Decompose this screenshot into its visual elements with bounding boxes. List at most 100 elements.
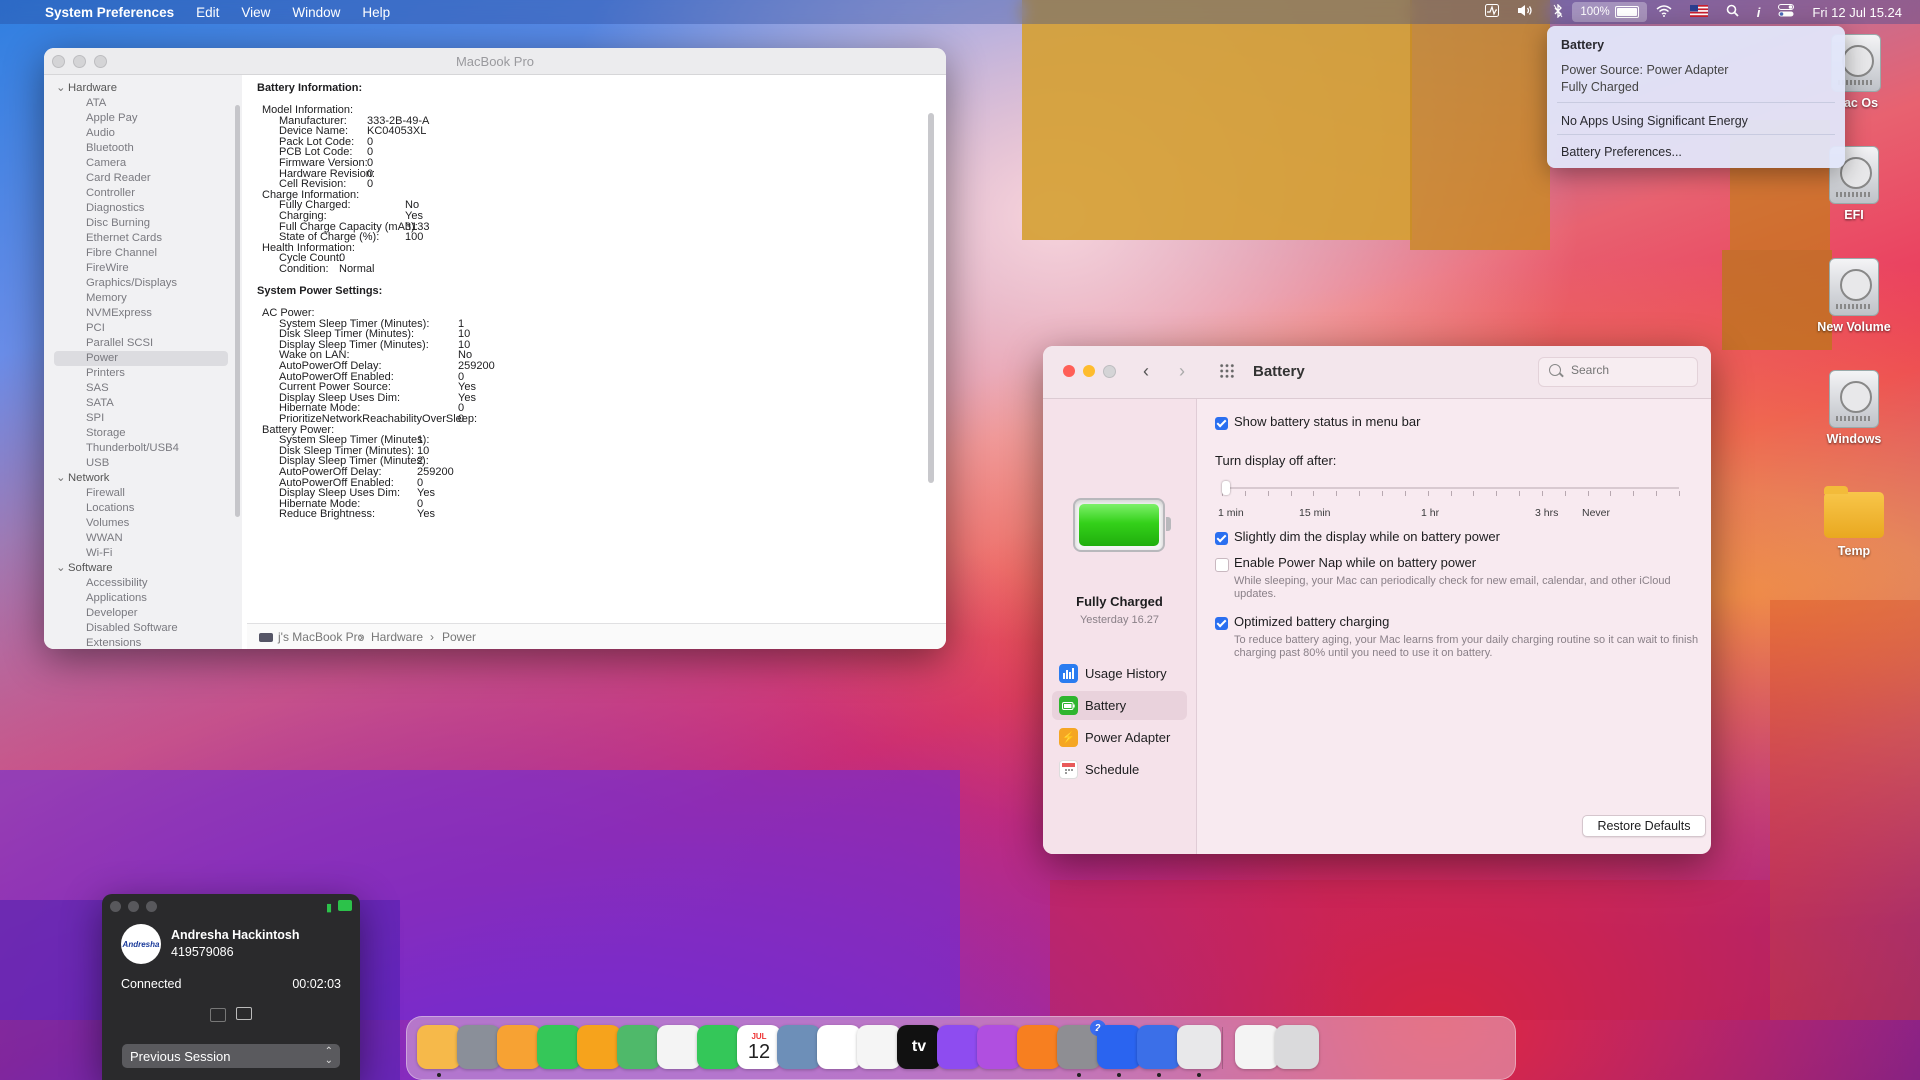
- chat-icon[interactable]: [236, 1007, 252, 1020]
- dock-music-icon[interactable]: [937, 1025, 981, 1069]
- show-battery-status-checkbox[interactable]: [1215, 417, 1228, 430]
- sidebar-item-sas[interactable]: SAS: [44, 381, 242, 396]
- info-icon[interactable]: i: [1748, 5, 1770, 20]
- sidebar-scrollbar[interactable]: [235, 105, 240, 517]
- display-off-slider-track[interactable]: [1222, 487, 1679, 489]
- zoom-button[interactable]: [146, 901, 157, 912]
- sidebar-item-wi-fi[interactable]: Wi-Fi: [44, 546, 242, 561]
- zoom-button[interactable]: [1103, 365, 1116, 378]
- clock[interactable]: Fri 12 Jul 15.24: [1803, 5, 1920, 20]
- minimize-button[interactable]: [128, 901, 139, 912]
- search-field[interactable]: [1538, 357, 1698, 387]
- desktop-icon-new-volume[interactable]: New Volume: [1804, 258, 1904, 334]
- dock-trash-icon[interactable]: [1275, 1025, 1319, 1069]
- sidebar-item-developer[interactable]: Developer: [44, 606, 242, 621]
- path-computer[interactable]: j's MacBook Pro: [259, 630, 364, 644]
- menu-window[interactable]: Window: [281, 5, 351, 20]
- sidebar-item-locations[interactable]: Locations: [44, 501, 242, 516]
- bluetooth-icon[interactable]: [1544, 2, 1572, 21]
- dock-photos-icon[interactable]: [657, 1025, 701, 1069]
- minimize-button[interactable]: [1083, 365, 1095, 377]
- dock-launchpad-icon[interactable]: [457, 1025, 501, 1069]
- dock-apple-tv-icon[interactable]: tv: [897, 1025, 941, 1069]
- show-all-grid-icon[interactable]: [1219, 363, 1235, 379]
- sidebar-item-disabled-software[interactable]: Disabled Software: [44, 621, 242, 636]
- power-nap-checkbox[interactable]: [1215, 558, 1229, 572]
- sidebar-item-sata[interactable]: SATA: [44, 396, 242, 411]
- nav-schedule[interactable]: Schedule: [1052, 755, 1187, 784]
- optimized-charging-checkbox[interactable]: [1215, 617, 1228, 630]
- search-input[interactable]: [1569, 362, 1691, 378]
- sidebar-item-bluetooth[interactable]: Bluetooth: [44, 141, 242, 156]
- nav-battery[interactable]: Battery: [1052, 691, 1187, 720]
- sidebar-item-diagnostics[interactable]: Diagnostics: [44, 201, 242, 216]
- desktop-icon-windows[interactable]: Windows: [1804, 370, 1904, 446]
- sidebar-item-storage[interactable]: Storage: [44, 426, 242, 441]
- dock-mail-icon[interactable]: [577, 1025, 621, 1069]
- display-off-slider-knob[interactable]: [1222, 481, 1230, 495]
- restore-defaults-button[interactable]: Restore Defaults: [1582, 815, 1706, 837]
- sidebar-item-audio[interactable]: Audio: [44, 126, 242, 141]
- dock-reminders-icon[interactable]: [817, 1025, 861, 1069]
- sidebar-item-printers[interactable]: Printers: [44, 366, 242, 381]
- dock-calendar-icon[interactable]: JUL 12: [737, 1025, 781, 1069]
- sidebar-item-ata[interactable]: ATA: [44, 96, 242, 111]
- sidebar-group-software[interactable]: ⌄ Software: [44, 561, 242, 576]
- battery-status-button[interactable]: 100%: [1572, 2, 1647, 22]
- previous-session-dropdown[interactable]: Previous Session ⌃ ⌄: [122, 1044, 340, 1068]
- sidebar-item-power[interactable]: Power: [54, 351, 228, 366]
- title-bar[interactable]: ‹ › Battery: [1043, 346, 1711, 399]
- sidebar-item-wwan[interactable]: WWAN: [44, 531, 242, 546]
- back-button[interactable]: ‹: [1143, 361, 1149, 382]
- sidebar-item-usb[interactable]: USB: [44, 456, 242, 471]
- control-center-icon[interactable]: [1769, 4, 1803, 20]
- dock-safari-icon[interactable]: [497, 1025, 541, 1069]
- nav-power-adapter[interactable]: ⚡ Power Adapter: [1052, 723, 1187, 752]
- sidebar-item-firewire[interactable]: FireWire: [44, 261, 242, 276]
- sidebar-item-volumes[interactable]: Volumes: [44, 516, 242, 531]
- dock-contacts-icon[interactable]: [777, 1025, 821, 1069]
- sidebar-item-extensions[interactable]: Extensions: [44, 636, 242, 649]
- nav-usage-history[interactable]: Usage History: [1052, 659, 1187, 688]
- dock-system-preferences-icon[interactable]: 2: [1057, 1020, 1106, 1069]
- sidebar-item-camera[interactable]: Camera: [44, 156, 242, 171]
- title-bar[interactable]: MacBook Pro: [44, 48, 946, 75]
- content-scrollbar[interactable]: [928, 113, 934, 483]
- menu-edit[interactable]: Edit: [185, 5, 230, 20]
- dock-downloads-stack-icon[interactable]: [1235, 1025, 1279, 1069]
- sidebar-item-parallel-scsi[interactable]: Parallel SCSI: [44, 336, 242, 351]
- menu-help[interactable]: Help: [351, 5, 401, 20]
- dock-facetime-icon[interactable]: [697, 1025, 741, 1069]
- volume-icon[interactable]: [1508, 4, 1544, 20]
- app-menu-system-preferences[interactable]: System Preferences: [34, 5, 185, 20]
- sidebar-item-graphics-displays[interactable]: Graphics/Displays: [44, 276, 242, 291]
- sidebar-item-thunderbolt-usb4[interactable]: Thunderbolt/USB4: [44, 441, 242, 456]
- dock-podcasts-icon[interactable]: [977, 1025, 1021, 1069]
- sidebar-item-pci[interactable]: PCI: [44, 321, 242, 336]
- desktop-icon-temp[interactable]: Temp: [1804, 486, 1904, 558]
- spotlight-icon[interactable]: [1717, 4, 1748, 20]
- file-transfer-icon[interactable]: [210, 1008, 226, 1022]
- sidebar-item-memory[interactable]: Memory: [44, 291, 242, 306]
- activity-monitor-icon[interactable]: [1476, 4, 1508, 20]
- dock-app-store-icon[interactable]: [1017, 1025, 1061, 1069]
- wifi-icon[interactable]: [1647, 4, 1681, 20]
- sidebar-item-applications[interactable]: Applications: [44, 591, 242, 606]
- sidebar-item-card-reader[interactable]: Card Reader: [44, 171, 242, 186]
- close-button[interactable]: [110, 901, 121, 912]
- dock-teamviewer-host-icon[interactable]: [1137, 1025, 1181, 1069]
- us-flag-icon[interactable]: [1681, 4, 1717, 20]
- sidebar-item-ethernet-cards[interactable]: Ethernet Cards: [44, 231, 242, 246]
- dock-finder-icon[interactable]: [417, 1025, 461, 1069]
- path-hardware[interactable]: Hardware: [371, 630, 423, 644]
- sidebar-item-accessibility[interactable]: Accessibility: [44, 576, 242, 591]
- dock-teamviewer-icon[interactable]: [1097, 1025, 1141, 1069]
- path-power[interactable]: Power: [442, 630, 476, 644]
- sidebar-item-fibre-channel[interactable]: Fibre Channel: [44, 246, 242, 261]
- sidebar-item-disc-burning[interactable]: Disc Burning: [44, 216, 242, 231]
- sidebar-item-spi[interactable]: SPI: [44, 411, 242, 426]
- sidebar-group-network[interactable]: ⌄ Network: [44, 471, 242, 486]
- forward-button[interactable]: ›: [1179, 361, 1185, 382]
- dock-maps-icon[interactable]: [617, 1025, 661, 1069]
- dim-display-checkbox[interactable]: [1215, 532, 1228, 545]
